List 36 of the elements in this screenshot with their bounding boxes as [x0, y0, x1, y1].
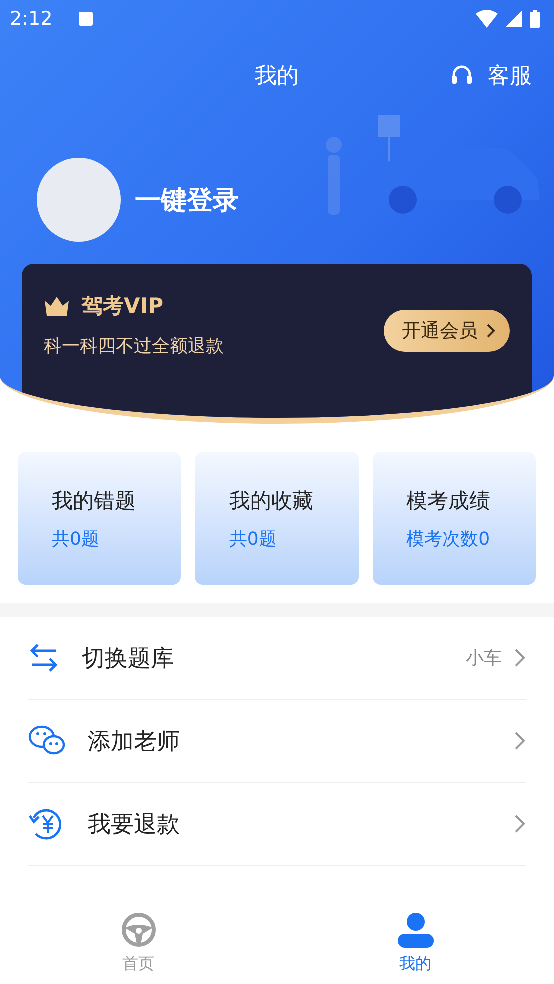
menu-item[interactable]: 添加老师 — [28, 700, 526, 783]
chevron-right-icon — [486, 323, 496, 339]
person-icon — [398, 912, 434, 948]
stat-card[interactable]: 我的收藏 共0题 — [195, 452, 359, 585]
menu-value: 小车 — [466, 647, 502, 670]
stat-value: 共0题 — [229, 528, 278, 550]
menu-label: 添加老师 — [88, 728, 180, 756]
chevron-right-icon — [514, 648, 526, 668]
nav-tab[interactable]: 我的 — [277, 902, 554, 984]
menu-item[interactable]: 切换题库 小车 — [28, 617, 526, 700]
signal-icon — [506, 11, 522, 27]
chat-bubbles-icon — [28, 725, 66, 757]
wifi-icon — [476, 10, 498, 28]
stat-value: 共0题 — [52, 528, 100, 550]
stat-card[interactable]: 模考成绩 模考次数0 — [372, 452, 536, 585]
stat-title: 我的错题 — [52, 488, 137, 514]
swap-arrows-icon — [28, 643, 60, 673]
open-membership-button[interactable]: 开通会员 — [384, 310, 510, 352]
menu-label: 我要退款 — [88, 810, 180, 840]
chevron-right-icon — [514, 731, 526, 751]
steering-wheel-icon — [120, 912, 156, 948]
stat-value: 模考次数0 — [406, 528, 492, 550]
menu-label: 切换题库 — [82, 644, 174, 674]
vip-subtitle: 科一科四不过全额退款 — [44, 335, 225, 358]
chevron-right-icon — [514, 814, 526, 834]
login-button[interactable]: 一键登录 — [135, 182, 239, 218]
customer-service-button[interactable]: 客服 — [450, 61, 532, 91]
status-time: 2:12 — [10, 8, 53, 30]
stat-title: 模考成绩 — [406, 488, 492, 514]
vip-title: 驾考VIP — [82, 293, 164, 320]
page-title: 我的 — [255, 63, 299, 91]
stat-card[interactable]: 我的错题 共0题 — [18, 452, 182, 585]
stat-title: 我的收藏 — [229, 488, 314, 514]
menu-item[interactable]: 我要退款 — [28, 783, 526, 866]
battery-icon — [530, 10, 540, 28]
crown-icon — [44, 295, 70, 317]
